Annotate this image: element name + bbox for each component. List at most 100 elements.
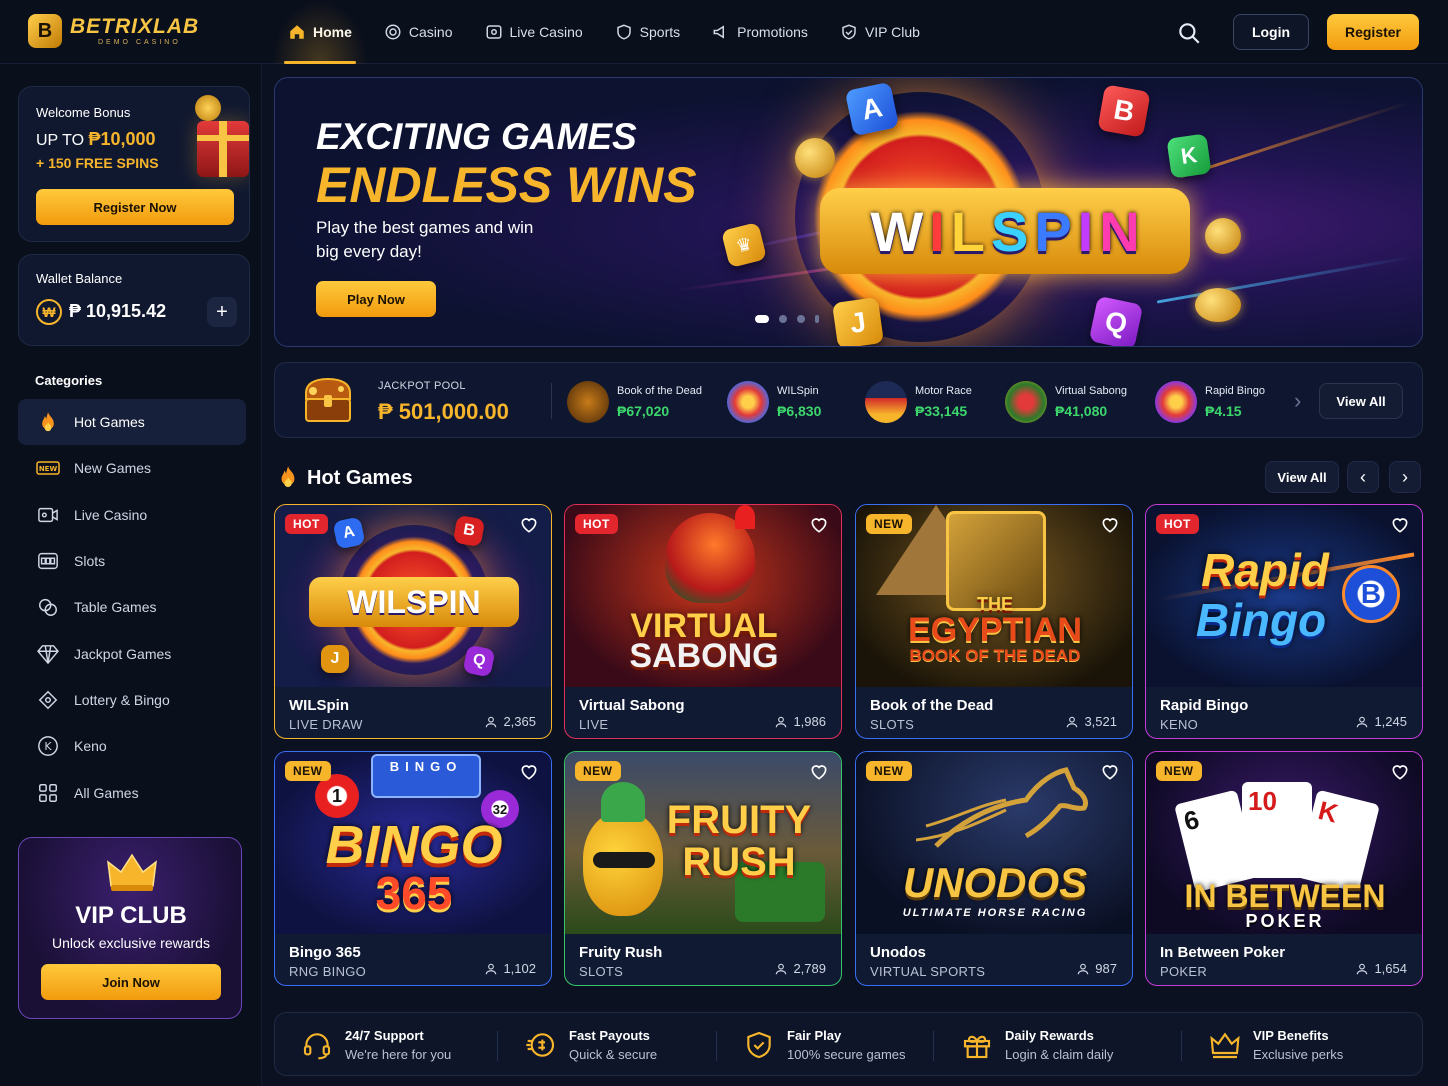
game-category: SLOTS <box>870 717 915 732</box>
nav-home[interactable]: Home <box>272 0 368 64</box>
play-now-button[interactable]: Play Now <box>316 281 436 317</box>
jackpot-item[interactable]: WILSpin ₱6,830 <box>727 379 865 423</box>
video-camera-icon <box>36 503 60 527</box>
jackpot-item[interactable]: Book of the Dead ₱67,020 <box>567 379 705 423</box>
category-lottery-bingo[interactable]: Lottery & Bingo <box>18 677 246 723</box>
feature-vip-benefits: VIP Benefits Exclusive perks <box>1209 1025 1343 1065</box>
add-funds-button[interactable]: + <box>207 297 237 327</box>
letter-q-cube-icon: Q <box>462 644 496 678</box>
jackpot-item[interactable]: Motor Race ₱33,145 <box>865 379 1003 423</box>
jackpot-item[interactable]: Virtual Sabong ₱41,080 <box>1005 379 1143 423</box>
join-now-button[interactable]: Join Now <box>41 964 221 1000</box>
main-nav: Home Casino Live Casino Sports Promotion… <box>272 0 936 64</box>
category-slots[interactable]: Slots <box>18 538 246 584</box>
game-card[interactable]: VIRTUAL SABONG HOT Virtual Sabong LIVE 1… <box>564 504 842 739</box>
vip-shield-icon <box>840 23 858 41</box>
bonus-amount-line: UP TO ₱10,000 <box>36 129 156 149</box>
chevron-right-icon[interactable]: › <box>1294 388 1301 414</box>
vip-title: VIP CLUB <box>75 902 187 929</box>
favorite-heart-icon[interactable] <box>1390 515 1410 535</box>
game-card[interactable]: UNODOS ULTIMATE HORSE RACING NEW Unodos … <box>855 751 1133 986</box>
favorite-heart-icon[interactable] <box>519 762 539 782</box>
nav-promotions[interactable]: Promotions <box>696 0 824 64</box>
user-icon <box>486 716 497 727</box>
hero-headline-1: EXCITING GAMES <box>316 116 637 157</box>
favorite-heart-icon[interactable] <box>1390 762 1410 782</box>
game-thumbnail <box>865 381 907 423</box>
game-card[interactable]: FRUITY RUSH NEW Fruity Rush SLOTS 2,789 <box>564 751 842 986</box>
category-all-games[interactable]: All Games <box>18 769 246 815</box>
user-icon <box>776 963 787 974</box>
game-category: VIRTUAL SPORTS <box>870 964 986 979</box>
hot-badge: HOT <box>285 514 328 534</box>
live-casino-icon <box>485 23 503 41</box>
coin-icon <box>1195 288 1241 322</box>
player-count: 1,245 <box>1355 714 1407 729</box>
player-count: 1,654 <box>1355 961 1407 976</box>
register-button[interactable]: Register <box>1327 14 1419 50</box>
hot-badge: HOT <box>1156 514 1199 534</box>
section-title: Hot Games <box>307 467 413 489</box>
crown-icon <box>107 852 157 892</box>
search-icon[interactable] <box>1176 20 1202 46</box>
shield-check-icon <box>743 1029 775 1061</box>
prev-arrow-button[interactable]: ‹ <box>1347 461 1379 493</box>
coin-icon <box>1205 218 1241 254</box>
letter-b-cube-icon: B <box>452 514 486 548</box>
feature-fair-play: Fair Play 100% secure games <box>743 1025 906 1065</box>
player-count: 2,365 <box>484 714 536 729</box>
favorite-heart-icon[interactable] <box>1100 762 1120 782</box>
login-button[interactable]: Login <box>1233 14 1309 50</box>
game-title: Virtual Sabong <box>579 697 685 714</box>
nav-live-casino[interactable]: Live Casino <box>469 0 599 64</box>
next-arrow-button[interactable]: › <box>1389 461 1421 493</box>
jackpot-item[interactable]: Rapid Bingo ₱4.15 <box>1155 379 1293 423</box>
megaphone-icon <box>712 23 730 41</box>
hot-badge: HOT <box>575 514 618 534</box>
category-table-games[interactable]: Table Games <box>18 584 246 630</box>
user-icon <box>486 963 497 974</box>
carousel-dot[interactable] <box>779 315 787 323</box>
new-badge: NEW <box>575 761 621 781</box>
category-hot-games[interactable]: Hot Games <box>18 399 246 446</box>
game-card[interactable]: WILSPIN A B J Q HOT WILSpin LIVE DRAW 2,… <box>274 504 552 739</box>
favorite-heart-icon[interactable] <box>519 515 539 535</box>
nav-sports[interactable]: Sports <box>599 0 696 64</box>
brand-logo[interactable]: B BETRIXLAB DEMO CASINO <box>28 14 199 48</box>
game-card[interactable]: Rapid Bingo B HOT Rapid Bingo KENO 1,245 <box>1145 504 1423 739</box>
vip-subtitle: Unlock exclusive rewards <box>52 935 210 951</box>
game-card[interactable]: BINGO 1 32 BINGO 365 NEW Bingo 365 RNG B… <box>274 751 552 986</box>
category-jackpot-games[interactable]: Jackpot Games <box>18 630 246 676</box>
user-icon <box>1357 963 1368 974</box>
nav-casino[interactable]: Casino <box>368 0 469 64</box>
favorite-heart-icon[interactable] <box>809 515 829 535</box>
jackpot-view-all-button[interactable]: View All <box>1319 383 1403 419</box>
gift-box-icon <box>197 121 249 177</box>
carousel-dot[interactable] <box>815 315 819 323</box>
game-category: RNG BINGO <box>289 964 367 979</box>
favorite-heart-icon[interactable] <box>1100 515 1120 535</box>
favorite-heart-icon[interactable] <box>809 762 829 782</box>
carousel-dot[interactable] <box>755 315 769 323</box>
game-category: KENO <box>1160 717 1199 732</box>
category-new-games[interactable]: NEW New Games <box>18 445 246 491</box>
category-live-casino[interactable]: Live Casino <box>18 492 246 538</box>
nav-vip-club[interactable]: VIP Club <box>824 0 936 64</box>
game-card[interactable]: THE EGYPTIAN BOOK OF THE DEAD NEW Book o… <box>855 504 1133 739</box>
hot-games-view-all-button[interactable]: View All <box>1265 461 1339 493</box>
player-count: 987 <box>1076 961 1117 976</box>
ticket-icon <box>36 688 60 712</box>
sports-icon <box>615 23 633 41</box>
hero-banner[interactable]: EXCITING GAMES ENDLESS WINS Play the bes… <box>274 77 1423 347</box>
category-keno[interactable]: K Keno <box>18 723 246 769</box>
carousel-dot[interactable] <box>797 315 805 323</box>
hero-description: Play the best games and win big every da… <box>316 218 534 261</box>
wilspin-logo: W I L S P I N <box>820 188 1190 274</box>
brand-tagline: DEMO CASINO <box>98 39 181 46</box>
letter-a-cube-icon: A <box>332 516 366 550</box>
grid-icon <box>36 781 60 805</box>
crown-icon <box>1209 1029 1241 1061</box>
game-card[interactable]: 6 10 K IN BETWEEN POKER NEW In Between P… <box>1145 751 1423 986</box>
coin-icon <box>795 138 835 178</box>
register-now-button[interactable]: Register Now <box>36 189 234 225</box>
